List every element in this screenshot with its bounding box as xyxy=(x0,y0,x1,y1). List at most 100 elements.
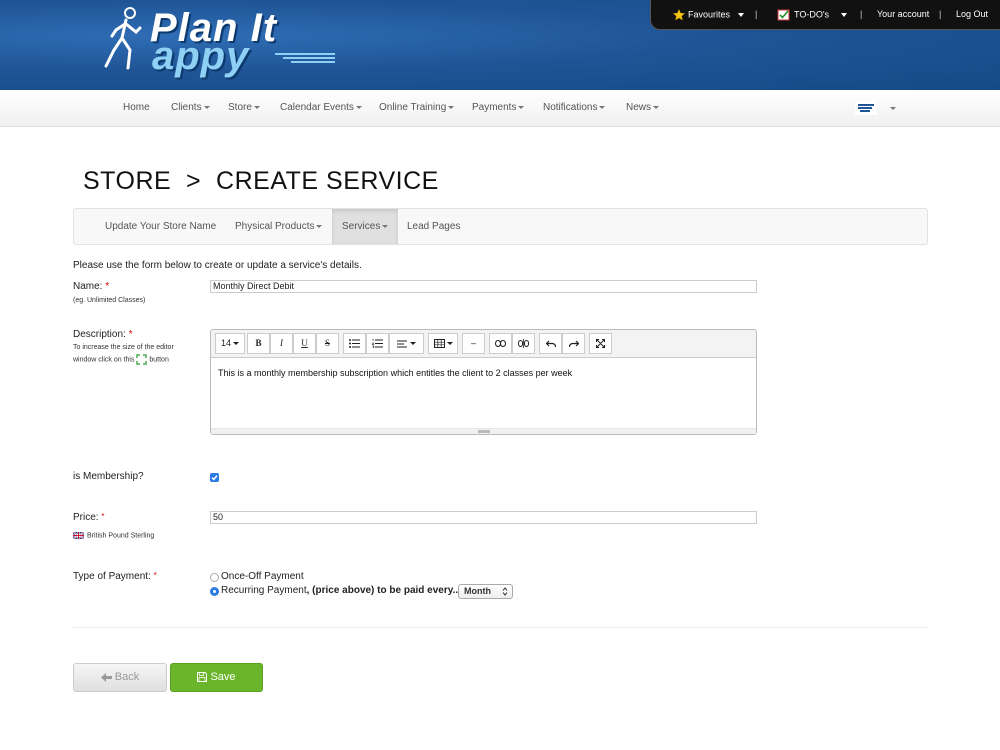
recurring-label-text: Recurring Payment xyxy=(221,585,307,596)
nav-label: Online Training xyxy=(379,102,447,113)
required-marker: * xyxy=(128,329,133,340)
favourites-menu[interactable]: Favourites xyxy=(672,8,745,21)
horizontal-rule-icon[interactable]: – xyxy=(462,333,485,354)
membership-label: is Membership? xyxy=(73,471,144,482)
name-input[interactable]: Monthly Direct Debit xyxy=(210,280,757,293)
tab-lead-pages[interactable]: Lead Pages xyxy=(407,209,460,244)
nav-item-store[interactable]: Store xyxy=(228,102,260,113)
nav-item-home[interactable]: Home xyxy=(123,102,150,113)
nav-item-clients[interactable]: Clients xyxy=(171,102,210,113)
price-input[interactable]: 50 xyxy=(210,511,757,524)
tab-physical-products[interactable]: Physical Products xyxy=(235,209,323,244)
strikethrough-icon[interactable]: S xyxy=(316,333,339,354)
radio-dot xyxy=(213,590,216,593)
nav-item-notifications[interactable]: Notifications xyxy=(543,102,606,113)
chevron-down-icon xyxy=(448,105,455,109)
chevron-down-icon xyxy=(233,342,239,346)
payment-type-label: Type of Payment: * xyxy=(73,571,157,582)
tab-label: Physical Products xyxy=(235,221,315,232)
chevron-down-icon xyxy=(410,342,416,346)
currency-text: British Pound Sterling xyxy=(87,532,155,540)
description-hint-2: window click on this button xyxy=(73,354,169,365)
currency-label: British Pound Sterling xyxy=(72,531,155,540)
brand-logo[interactable]: Plan It appy xyxy=(100,4,340,78)
bullet-list-icon[interactable] xyxy=(343,333,366,354)
once-off-label: Once-Off Payment xyxy=(221,571,304,582)
separator: | xyxy=(755,9,758,19)
table-icon[interactable] xyxy=(428,333,458,354)
nav-label: Clients xyxy=(171,102,202,113)
payment-type-label-text: Type of Payment: xyxy=(73,571,151,582)
expand-icon xyxy=(136,354,148,365)
editor-resize-handle[interactable] xyxy=(211,428,756,434)
recurring-suffix-text: , (price above) to be paid every.. xyxy=(306,585,459,596)
period-value: Month xyxy=(464,586,491,596)
radio-once-off[interactable] xyxy=(210,573,219,582)
separator: | xyxy=(860,9,863,19)
chevron-down-icon xyxy=(889,106,896,110)
description-label-text: Description: xyxy=(73,329,126,340)
chevron-down-icon xyxy=(841,13,848,17)
font-size-value: 14 xyxy=(220,338,231,348)
chevron-down-icon xyxy=(518,105,525,109)
chevron-down-icon xyxy=(355,105,362,109)
nav-label: Payments xyxy=(472,102,517,113)
italic-icon[interactable]: I xyxy=(270,333,293,354)
unlink-icon[interactable] xyxy=(512,333,535,354)
font-size-dropdown[interactable]: 14 xyxy=(215,333,245,354)
divider xyxy=(73,627,928,628)
link-icon[interactable] xyxy=(489,333,512,354)
nav-item-online-training[interactable]: Online Training xyxy=(379,102,455,113)
chevron-down-icon xyxy=(316,224,323,228)
todos-menu[interactable]: TO-DO's xyxy=(777,9,848,21)
period-select[interactable]: Month xyxy=(458,584,513,599)
chevron-down-icon xyxy=(446,342,453,346)
description-hint-3-text: button xyxy=(149,356,169,364)
radio-recurring[interactable] xyxy=(210,587,219,596)
name-hint: (eg. Unlimited Classes) xyxy=(73,297,146,304)
check-icon xyxy=(211,475,218,481)
back-button[interactable]: Back xyxy=(73,663,167,692)
name-label: Name: * xyxy=(73,281,109,292)
tab-label: Services xyxy=(342,221,381,232)
description-content[interactable]: This is a monthly membership subscriptio… xyxy=(218,368,572,378)
numbered-list-icon[interactable] xyxy=(366,333,389,354)
separator: | xyxy=(939,9,942,19)
main-nav: Home Clients Store Calendar Events Onlin… xyxy=(0,90,1000,127)
nav-item-news[interactable]: News xyxy=(626,102,660,113)
updown-arrows-icon xyxy=(502,587,508,596)
redo-icon[interactable] xyxy=(562,333,585,354)
save-button[interactable]: Save xyxy=(170,663,263,692)
chevron-down-icon xyxy=(653,105,660,109)
tab-update-store-name[interactable]: Update Your Store Name xyxy=(105,209,216,244)
site-header: Plan It appy Favourites | TO-DO's | Your… xyxy=(0,0,1000,90)
user-topbar: Favourites | TO-DO's | Your account | Lo… xyxy=(650,0,1000,30)
tab-services[interactable]: Services xyxy=(332,209,399,244)
runner-icon xyxy=(104,7,142,70)
chevron-down-icon xyxy=(738,13,745,17)
nav-item-calendar-events[interactable]: Calendar Events xyxy=(280,102,362,113)
save-label: Save xyxy=(210,671,236,683)
required-marker: * xyxy=(101,512,105,521)
description-hint-2-text: window click on this xyxy=(73,356,135,364)
undo-icon[interactable] xyxy=(539,333,562,354)
todos-label: TO-DO's xyxy=(794,9,830,20)
nav-label: Calendar Events xyxy=(280,102,354,113)
bold-icon[interactable]: B xyxy=(247,333,270,354)
align-icon[interactable] xyxy=(389,333,424,354)
your-account-link[interactable]: Your account xyxy=(877,9,929,19)
price-label-text: Price: xyxy=(73,512,99,523)
star-icon xyxy=(672,8,686,21)
logout-link[interactable]: Log Out xyxy=(956,9,988,19)
description-hint-1: To increase the size of the editor xyxy=(73,344,174,351)
membership-checkbox[interactable] xyxy=(210,473,219,482)
form-intro: Please use the form below to create or u… xyxy=(73,260,362,271)
description-label: Description: * xyxy=(73,329,133,340)
required-marker: * xyxy=(105,281,110,292)
underline-icon[interactable]: U xyxy=(293,333,316,354)
profile-menu[interactable] xyxy=(855,101,896,115)
fullscreen-icon[interactable] xyxy=(589,333,612,354)
nav-label: Home xyxy=(123,102,150,113)
nav-item-payments[interactable]: Payments xyxy=(472,102,525,113)
speed-lines-icon xyxy=(275,53,335,63)
